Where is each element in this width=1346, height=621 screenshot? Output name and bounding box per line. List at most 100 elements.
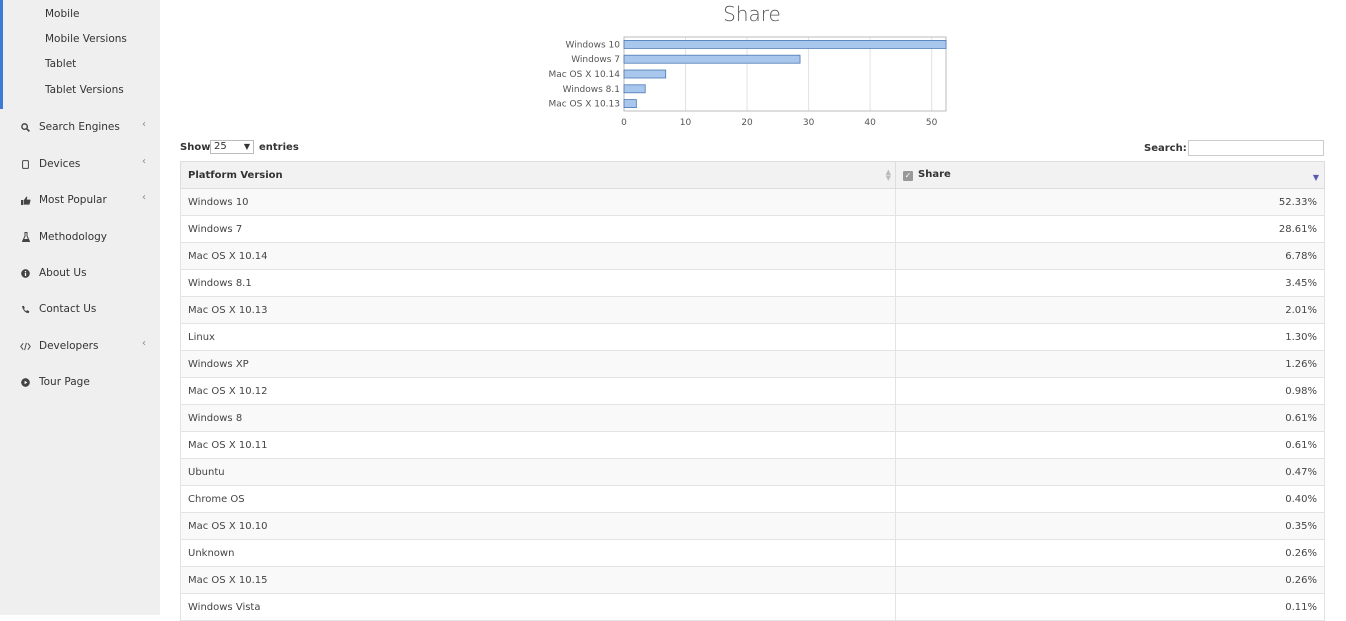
page-size-select[interactable]: 25 ▼ xyxy=(210,140,254,154)
checkbox-icon[interactable]: ✓ xyxy=(903,171,913,181)
platform-version-cell: Mac OS X 10.14 xyxy=(180,242,896,270)
sidebar-item-tour-page[interactable]: Tour Page xyxy=(20,374,150,390)
table-row: Mac OS X 10.10 0.35% xyxy=(180,512,1325,540)
bar xyxy=(623,39,947,49)
table-row: Windows XP 1.26% xyxy=(180,350,1325,378)
table-row: Windows 8.1 3.45% xyxy=(180,269,1325,297)
data-table: Platform Version ▲ ▼ ✓ Share ▼ Windows 10 5… xyxy=(180,161,1325,621)
platform-version-cell: Mac OS X 10.15 xyxy=(180,566,896,594)
share-cell: 28.61% xyxy=(895,215,1325,243)
platform-version-cell: Mac OS X 10.11 xyxy=(180,431,896,459)
sidebar-item-label: Developers xyxy=(39,340,99,352)
platform-version-cell: Mac OS X 10.12 xyxy=(180,377,896,405)
sidebar-item-label: About Us xyxy=(39,267,87,279)
y-category-label: Windows 8.1 xyxy=(563,85,620,95)
sidebar-item-devices[interactable]: Devices ‹ xyxy=(20,156,150,172)
x-tick-label: 30 xyxy=(803,118,815,128)
tablet-icon xyxy=(20,159,31,169)
play-circle-icon xyxy=(20,377,31,387)
info-icon xyxy=(20,268,31,278)
share-cell: 2.01% xyxy=(895,296,1325,324)
platform-version-cell: Windows XP xyxy=(180,350,896,378)
y-category-label: Windows 7 xyxy=(571,55,620,65)
sidebar-item-label: Methodology xyxy=(39,231,108,243)
x-tick-label: 50 xyxy=(926,118,938,128)
caret-down-icon: ▼ xyxy=(243,142,250,151)
search-input[interactable] xyxy=(1188,140,1324,156)
sidebar-item-developers[interactable]: Developers ‹ xyxy=(20,338,150,354)
platform-version-cell: Ubuntu xyxy=(180,458,896,486)
share-cell: 0.98% xyxy=(895,377,1325,405)
table-header-row: Platform Version ▲ ▼ ✓ Share ▼ xyxy=(180,161,1325,189)
share-cell: 0.47% xyxy=(895,458,1325,486)
share-cell: 0.61% xyxy=(895,404,1325,432)
share-bar-chart: 0 10 20 30 40 50 Windows 10 Windows 7 Mac OS X 1… xyxy=(548,36,947,128)
share-cell: 3.45% xyxy=(895,269,1325,297)
sidebar-item-methodology[interactable]: Methodology xyxy=(20,229,150,245)
sort-desc-icon: ▼ xyxy=(1312,173,1319,182)
sidebar-subitem-tablet-versions[interactable]: Tablet Versions xyxy=(45,84,124,96)
table-row: Mac OS X 10.12 0.98% xyxy=(180,377,1325,405)
sidebar-item-most-popular[interactable]: Most Popular ‹ xyxy=(20,192,150,208)
bar xyxy=(623,69,667,79)
code-icon xyxy=(20,342,31,351)
share-cell: 0.61% xyxy=(895,431,1325,459)
share-cell: 0.26% xyxy=(895,539,1325,567)
bar xyxy=(623,84,646,94)
column-label: Platform Version xyxy=(188,169,283,181)
share-cell: 1.30% xyxy=(895,323,1325,351)
platform-version-cell: Unknown xyxy=(180,539,896,567)
column-header-share[interactable]: ✓ Share ▼ xyxy=(895,161,1325,189)
table-row: Ubuntu 0.47% xyxy=(180,458,1325,486)
sidebar-subitem-mobile[interactable]: Mobile xyxy=(45,8,79,20)
platform-version-cell: Chrome OS xyxy=(180,485,896,513)
table-row: Mac OS X 10.11 0.61% xyxy=(180,431,1325,459)
table-row: Linux 1.30% xyxy=(180,323,1325,351)
table-row: Mac OS X 10.13 2.01% xyxy=(180,296,1325,324)
platform-version-cell: Windows 8.1 xyxy=(180,269,896,297)
y-category-label: Windows 10 xyxy=(566,40,621,50)
bar xyxy=(623,99,637,108)
sidebar-item-label: Search Engines xyxy=(39,121,120,133)
x-tick-label: 40 xyxy=(864,118,876,128)
table-row: Windows 10 52.33% xyxy=(180,188,1325,216)
share-cell: 0.11% xyxy=(895,593,1325,621)
sidebar-subitem-tablet[interactable]: Tablet xyxy=(45,58,76,70)
platform-version-cell: Windows 8 xyxy=(180,404,896,432)
platform-version-cell: Windows 10 xyxy=(180,188,896,216)
chart-title: Share xyxy=(723,2,781,26)
table-row: Mac OS X 10.15 0.26% xyxy=(180,566,1325,594)
search-icon xyxy=(20,122,31,132)
sidebar-subnav: Mobile Mobile Versions Tablet Tablet Ver… xyxy=(0,0,160,109)
entries-label: entries xyxy=(259,142,299,153)
share-cell: 1.26% xyxy=(895,350,1325,378)
sidebar-item-search-engines[interactable]: Search Engines ‹ xyxy=(20,119,150,135)
share-cell: 6.78% xyxy=(895,242,1325,270)
sidebar-item-label: Most Popular xyxy=(39,194,107,206)
x-tick-label: 10 xyxy=(680,118,692,128)
sidebar-item-contact-us[interactable]: Contact Us xyxy=(20,301,150,317)
platform-version-cell: Linux xyxy=(180,323,896,351)
share-cell: 52.33% xyxy=(895,188,1325,216)
platform-version-cell: Windows Vista xyxy=(180,593,896,621)
thumbs-up-icon xyxy=(20,196,31,205)
chevron-left-icon: ‹ xyxy=(142,119,146,130)
column-header-platform-version[interactable]: Platform Version ▲ ▼ xyxy=(180,161,896,189)
sidebar: Mobile Mobile Versions Tablet Tablet Ver… xyxy=(0,0,160,615)
sidebar-item-about-us[interactable]: About Us xyxy=(20,265,150,281)
platform-version-cell: Mac OS X 10.13 xyxy=(180,296,896,324)
table-row: Chrome OS 0.40% xyxy=(180,485,1325,513)
show-label: Show xyxy=(180,142,211,153)
chevron-left-icon: ‹ xyxy=(142,338,146,349)
table-row: Mac OS X 10.14 6.78% xyxy=(180,242,1325,270)
platform-version-cell: Windows 7 xyxy=(180,215,896,243)
x-tick-label: 20 xyxy=(741,118,753,128)
share-cell: 0.26% xyxy=(895,566,1325,594)
share-cell: 0.40% xyxy=(895,485,1325,513)
search-label: Search: xyxy=(1144,143,1187,154)
sidebar-item-label: Tour Page xyxy=(39,376,90,388)
share-cell: 0.35% xyxy=(895,512,1325,540)
column-label: Share xyxy=(918,169,951,180)
sidebar-subitem-mobile-versions[interactable]: Mobile Versions xyxy=(45,33,127,45)
table-row: Windows 7 28.61% xyxy=(180,215,1325,243)
